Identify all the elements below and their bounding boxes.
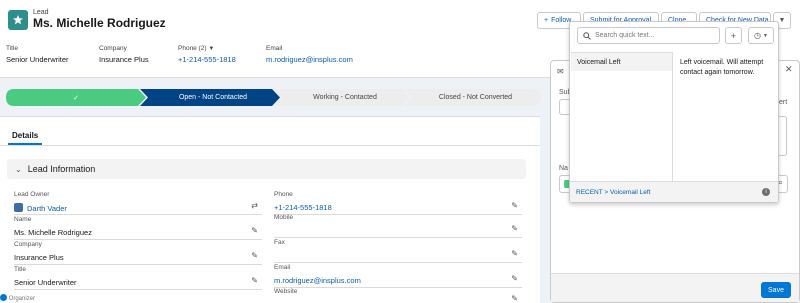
chevron-down-icon: ⌄: [15, 164, 22, 174]
field-website: Website ✎: [274, 288, 522, 303]
sales-path: ✓ Open - Not Contacted Working - Contact…: [6, 89, 541, 106]
field-label: Company: [14, 241, 42, 248]
insert-label: ert: [779, 99, 788, 106]
edit-pencil-icon[interactable]: ✎: [511, 274, 518, 283]
lead-star-icon: [8, 10, 28, 30]
record-name: Ms. Michelle Rodriguez: [33, 16, 166, 30]
quick-text-popup: Search quick text... + ◷ ▼ Voicemail Left…: [569, 21, 779, 203]
field-mobile: Mobile ✎: [274, 214, 522, 238]
edit-pencil-icon[interactable]: ✎: [251, 251, 258, 260]
organizer-badge[interactable]: Organizer: [0, 294, 35, 302]
quick-text-preview: Left voicemail. Will attempt contact aga…: [680, 59, 764, 76]
field-label: Title: [14, 266, 27, 273]
user-avatar-icon: [14, 203, 23, 212]
field-label: Email: [274, 264, 291, 271]
highlight-value: Senior Underwriter: [6, 55, 69, 64]
close-icon[interactable]: ✕: [785, 64, 793, 75]
field-value: Insurance Plus: [14, 253, 64, 262]
edit-pencil-icon[interactable]: ✎: [511, 201, 518, 210]
highlight-phone: Phone (2) ▼ +1-214-555-1818: [178, 45, 236, 64]
field-name: Name Ms. Michelle Rodriguez ✎: [14, 216, 262, 240]
quick-text-search-input[interactable]: Search quick text...: [577, 27, 720, 44]
field-label: Fax: [274, 239, 285, 246]
section-lead-information[interactable]: ⌄ Lead Information: [7, 159, 526, 179]
quick-text-list: Voicemail Left: [571, 52, 673, 182]
highlight-email: Email m.rodriguez@insplus.com: [266, 45, 353, 64]
caret-down-icon: ▼: [208, 46, 215, 52]
list-item[interactable]: Voicemail Left: [571, 53, 672, 71]
highlight-title: Title Senior Underwriter: [6, 45, 69, 64]
add-quick-text-button[interactable]: +: [725, 27, 742, 44]
phone-link[interactable]: +1-214-555-1818: [178, 55, 236, 64]
info-icon[interactable]: i: [762, 188, 770, 196]
highlight-label[interactable]: Phone (2) ▼: [178, 45, 236, 52]
composer-icon: ✉: [557, 67, 564, 76]
edit-pencil-icon[interactable]: ✎: [511, 224, 518, 233]
save-button[interactable]: Save: [761, 282, 791, 298]
highlight-label: Company: [99, 45, 127, 52]
field-label: Website: [274, 288, 298, 295]
email-link[interactable]: m.rodriguez@insplus.com: [274, 276, 361, 285]
search-placeholder: Search quick text...: [595, 32, 655, 39]
field-company: Company Insurance Plus ✎: [14, 241, 262, 265]
path-stage[interactable]: Closed - Not Converted: [410, 89, 541, 106]
field-label: Lead Owner: [14, 191, 50, 198]
path-stage[interactable]: Working - Contacted: [280, 89, 410, 106]
search-icon: [583, 31, 591, 40]
highlight-label: Title: [6, 45, 19, 52]
edit-pencil-icon[interactable]: ✎: [251, 226, 258, 235]
field-title: Title Senior Underwriter ✎: [14, 266, 262, 290]
highlight-company: Company Insurance Plus: [99, 45, 149, 64]
field-value: Ms. Michelle Rodriguez: [14, 228, 92, 237]
field-email: Email m.rodriguez@insplus.com ✎: [274, 264, 522, 288]
edit-pencil-icon[interactable]: ✎: [251, 276, 258, 285]
tab-divider: [0, 145, 540, 146]
owner-link[interactable]: Darth Vader: [14, 203, 67, 213]
info-icon: [0, 294, 7, 301]
owner-name: Darth Vader: [27, 204, 67, 213]
field-phone: Phone +1-214-555-1818 ✎: [274, 191, 522, 215]
tab-details[interactable]: Details: [12, 131, 38, 140]
edit-pencil-icon[interactable]: ✎: [511, 249, 518, 258]
field-label: Phone: [274, 191, 293, 198]
breadcrumb[interactable]: RECENT > Voicemail Left: [576, 189, 650, 196]
field-value: Senior Underwriter: [14, 278, 77, 287]
change-owner-icon[interactable]: ⇄: [251, 201, 258, 210]
field-fax: Fax ✎: [274, 239, 522, 263]
email-link[interactable]: m.rodriguez@insplus.com: [266, 55, 353, 64]
field-lead-owner: Lead Owner Darth Vader ⇄: [14, 191, 262, 215]
highlight-label: Email: [266, 45, 283, 52]
organizer-label: Organizer: [8, 296, 36, 302]
phone-link[interactable]: +1-214-555-1818: [274, 203, 332, 212]
field-label: Mobile: [274, 214, 294, 221]
highlight-value: Insurance Plus: [99, 55, 149, 64]
recent-menu-button[interactable]: ◷ ▼: [748, 27, 774, 44]
section-title: Lead Information: [27, 164, 96, 174]
field-label: Name: [14, 216, 32, 223]
clock-icon: ◷: [754, 31, 762, 40]
name-label: Na: [559, 165, 568, 172]
object-label: Lead: [33, 9, 49, 16]
caret-down-icon: ▼: [763, 32, 768, 39]
path-stage-complete[interactable]: ✓: [6, 89, 146, 106]
edit-pencil-icon[interactable]: ✎: [511, 294, 518, 303]
path-stage-current[interactable]: Open - Not Contacted: [146, 89, 280, 106]
quick-text-footer: RECENT > Voicemail Left i: [570, 181, 778, 202]
chevron-down-icon: ▼: [778, 17, 786, 24]
